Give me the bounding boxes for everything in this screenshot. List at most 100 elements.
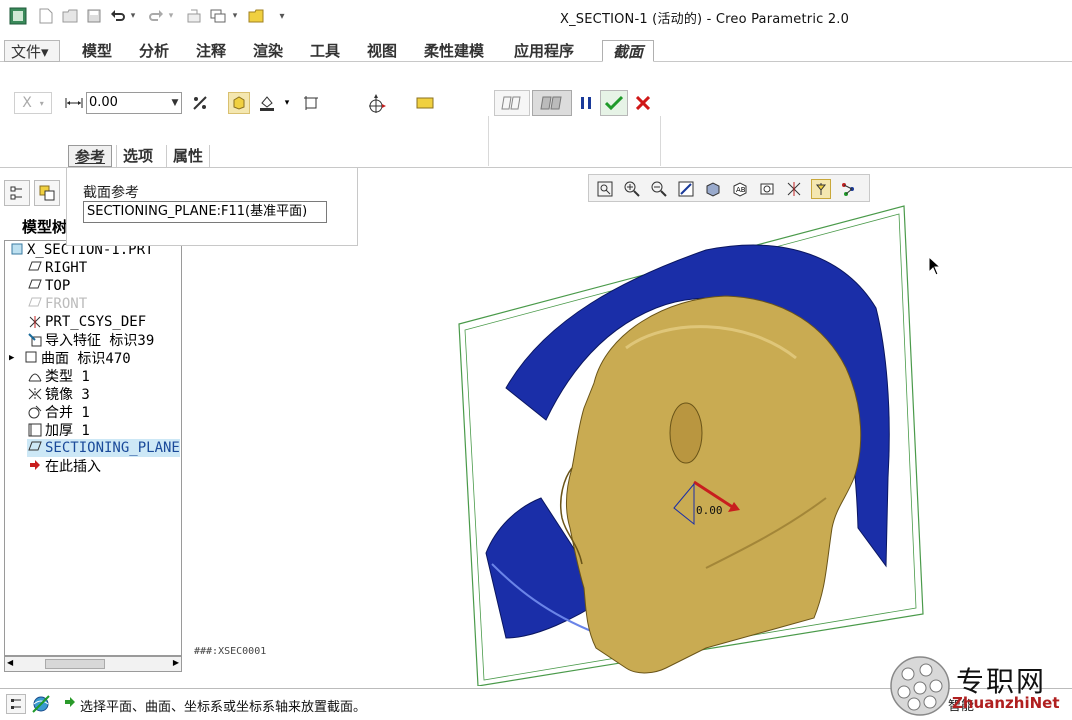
tree-item-top[interactable]: TOP [27, 277, 70, 295]
spin-center-icon[interactable] [838, 179, 858, 199]
import-icon [27, 333, 43, 347]
head-surface [565, 295, 862, 674]
windows-icon[interactable] [208, 6, 228, 26]
pause-icon[interactable] [576, 92, 596, 114]
tree-item-insert-here[interactable]: 在此插入 [27, 457, 101, 475]
ear [669, 402, 703, 464]
watermark: 专职网 ZhuanzhiNet [888, 650, 1072, 720]
tree-item-csys[interactable]: PRT_CSYS_DEF [27, 313, 146, 331]
tree-item-mirror[interactable]: 镜像 3 [27, 385, 90, 403]
mouse-cursor-icon [928, 255, 942, 280]
undo-icon[interactable] [108, 6, 128, 26]
svg-text:AB: AB [736, 186, 746, 194]
tree-item-sectioning-plane[interactable]: SECTIONING_PLANE [27, 439, 180, 457]
tab-annotate[interactable]: 注释 [196, 40, 226, 62]
cap-surface-icon[interactable] [228, 92, 250, 114]
tab-flexible-modeling[interactable]: 柔性建模 [424, 40, 484, 62]
tree-item-label: PRT_CSYS_DEF [45, 314, 147, 330]
tree-item-merge[interactable]: 合并 1 [27, 403, 90, 421]
tree-item-surface[interactable]: ▶ 曲面 标识470 [9, 349, 131, 367]
scroll-right-icon[interactable]: ▶ [173, 658, 179, 667]
mirror-icon [27, 387, 43, 401]
pause-preview-off-icon[interactable] [494, 90, 530, 116]
flip-direction-icon[interactable] [190, 92, 210, 114]
tree-item-label: 加厚 1 [45, 423, 90, 439]
ribbon-divider [488, 116, 489, 166]
graphics-toolbar: AB [588, 174, 870, 202]
part-icon [9, 243, 25, 257]
tab-applications[interactable]: 应用程序 [514, 40, 574, 62]
tree-item-thicken[interactable]: 加厚 1 [27, 421, 90, 439]
tree-item-label: SECTIONING_PLANE [45, 440, 180, 456]
browser-icon[interactable] [30, 694, 52, 714]
tree-item-label: RIGHT [45, 260, 88, 276]
app-logo-icon[interactable] [6, 6, 30, 26]
saved-views-icon[interactable]: AB [730, 179, 750, 199]
cancel-button[interactable] [632, 92, 654, 114]
section-reference-label: 截面参考 [83, 185, 139, 201]
tree-item-label: FRONT [45, 296, 88, 312]
fill-color-icon[interactable] [256, 92, 278, 114]
tab-section[interactable]: 截面 [602, 40, 655, 62]
tab-view[interactable]: 视图 [367, 40, 397, 62]
ribbon-tabs: 文件▾ 模型 分析 注释 渲染 工具 视图 柔性建模 应用程序 截面 [0, 38, 1072, 62]
datum-plane-icon [27, 441, 43, 455]
model-tree: X_SECTION-1.PRT RIGHT TOP FRONT PRT_CSYS… [4, 240, 182, 656]
view-manager-icon[interactable] [757, 179, 777, 199]
tree-item-right[interactable]: RIGHT [27, 259, 87, 277]
offset-dimension-icon [64, 92, 84, 114]
close-window-icon[interactable] [246, 6, 266, 26]
zoom-out-icon[interactable] [649, 179, 669, 199]
preview-section-icon[interactable] [414, 92, 436, 114]
ribbon: X ▾ 0.00 ▼ ▾ 参考 选项 属性 [0, 62, 1072, 168]
refit-icon[interactable] [595, 179, 615, 199]
redo-icon[interactable] [146, 6, 166, 26]
thicken-icon [27, 423, 43, 437]
tab-model[interactable]: 模型 [82, 40, 112, 62]
hatch-pattern-icon[interactable] [300, 92, 322, 114]
tree-item-import[interactable]: 导入特征 标识39 [27, 331, 154, 349]
display-style-icon[interactable] [703, 179, 723, 199]
annotation-display-icon[interactable] [811, 179, 831, 199]
tree-item-label: 在此插入 [45, 459, 101, 475]
references-panel: 截面参考 SECTIONING_PLANE:F11(基准平面) [66, 168, 358, 246]
datum-display-icon[interactable] [784, 179, 804, 199]
windows-dropdown-icon[interactable]: ▾ [230, 6, 240, 26]
zoom-in-icon[interactable] [622, 179, 642, 199]
new-file-icon[interactable] [36, 6, 56, 26]
section-reference-field[interactable]: SECTIONING_PLANE:F11(基准平面) [83, 201, 327, 223]
tree-view-icon[interactable] [4, 180, 30, 206]
tab-tools[interactable]: 工具 [310, 40, 340, 62]
title-bar: ▾ ▾ ▾ ▾ X_SECTION-1 (活动的) - Creo Paramet… [0, 0, 1072, 34]
subtab-options[interactable]: 选项 [116, 145, 159, 167]
save-icon[interactable] [84, 6, 104, 26]
model-tag: ###:XSEC0001 [194, 646, 267, 657]
open-file-icon[interactable] [60, 6, 80, 26]
fill-color-dropdown-icon[interactable]: ▾ [282, 92, 292, 114]
tree-item-front[interactable]: FRONT [27, 295, 87, 313]
section-type-select[interactable]: X ▾ [14, 92, 52, 114]
tree-item-style[interactable]: 类型 1 [27, 367, 90, 385]
scrollbar-thumb[interactable] [45, 659, 105, 669]
subtab-references[interactable]: 参考 [68, 145, 113, 167]
undo-dropdown-icon[interactable]: ▾ [128, 6, 138, 26]
customize-qat-icon[interactable]: ▾ [276, 6, 288, 26]
subtab-properties[interactable]: 属性 [166, 145, 211, 167]
tree-toggle-icon[interactable] [6, 694, 26, 714]
preview-geometry-icon[interactable] [532, 90, 572, 116]
repaint-icon[interactable] [676, 179, 696, 199]
confirm-button[interactable] [600, 90, 628, 116]
tab-analysis[interactable]: 分析 [139, 40, 169, 62]
scroll-left-icon[interactable]: ◀ [7, 658, 13, 667]
tab-render[interactable]: 渲染 [253, 40, 283, 62]
horizontal-scrollbar[interactable]: ◀ ▶ [4, 656, 182, 672]
tab-file[interactable]: 文件▾ [4, 40, 60, 62]
offset-dropdown-icon[interactable]: ▼ [168, 93, 182, 113]
tree-item-label: 导入特征 标识39 [45, 333, 155, 349]
dragger-icon[interactable] [364, 92, 388, 116]
expand-icon[interactable]: ▶ [9, 353, 23, 363]
tree-item-label: 合并 1 [45, 405, 90, 421]
layer-tree-icon[interactable] [34, 180, 60, 206]
redo-dropdown-icon[interactable]: ▾ [166, 6, 176, 26]
regenerate-icon[interactable] [184, 6, 204, 26]
